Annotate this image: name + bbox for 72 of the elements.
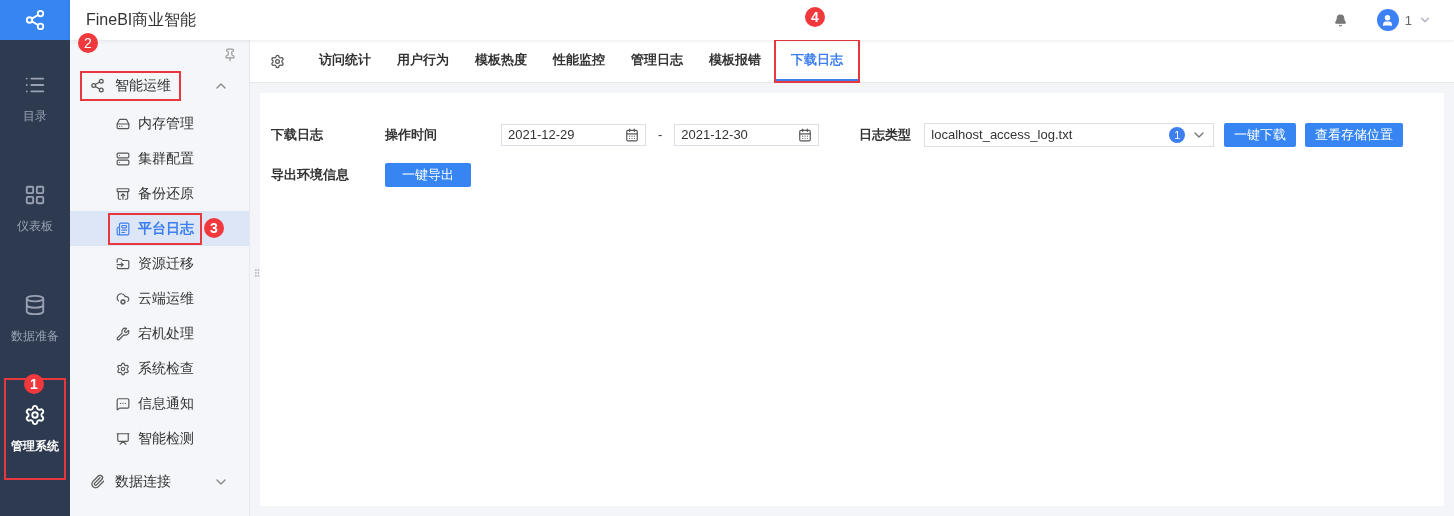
rail-item[interactable]: 目录: [0, 44, 70, 154]
monitor-icon: [116, 431, 130, 446]
download-button[interactable]: 一键下载: [1224, 122, 1297, 147]
wrench-icon: [116, 326, 130, 341]
field-label: 操作时间: [385, 125, 438, 144]
server-icon: [116, 151, 130, 166]
avatar-icon[interactable]: [1376, 9, 1399, 31]
date-field[interactable]: 2021-12-30: [674, 123, 820, 146]
user-name[interactable]: 1: [1404, 12, 1412, 28]
storage-location-button[interactable]: 查看存储位置: [1305, 122, 1404, 147]
sidebar-item-label: 智能检测: [110, 424, 200, 453]
pin-icon[interactable]: [223, 48, 237, 62]
tab[interactable]: 用户行为: [385, 40, 461, 82]
sidebar-item[interactable]: 信息通知: [70, 386, 249, 421]
grid-icon: [24, 183, 46, 206]
cloud-gear-icon: [116, 291, 130, 306]
annotation-badge: 1: [24, 374, 44, 394]
storage-icon: [116, 116, 130, 131]
sidebar-group[interactable]: 智能运维: [82, 72, 179, 99]
tab[interactable]: 管理日志: [619, 40, 695, 82]
sidebar-item[interactable]: 云端运维: [70, 281, 249, 316]
section-label: 下载日志: [271, 125, 324, 144]
sidebar-item-label: 宕机处理: [110, 319, 200, 348]
paperclip-icon: [90, 474, 105, 489]
sidebar-item[interactable]: 资源迁移: [70, 246, 249, 281]
settings-icon: [24, 403, 46, 426]
sidebar-item-label: 云端运维: [110, 284, 200, 313]
sidebar-item[interactable]: 集群配置: [70, 141, 249, 176]
chat-icon: [116, 396, 130, 411]
newspaper-icon: [116, 221, 130, 236]
sidebar-item-label: 备份还原: [110, 179, 200, 208]
sidebar-item-label: 内存管理: [110, 109, 200, 138]
folder-import-icon: [116, 256, 130, 271]
field-label: 导出环境信息: [271, 165, 350, 184]
date-field[interactable]: 2021-12-29: [501, 123, 646, 146]
settings-icon[interactable]: [270, 53, 285, 69]
sidebar-item[interactable]: 平台日志 3: [70, 211, 249, 246]
tab[interactable]: 模板报错: [697, 40, 773, 82]
rail-item[interactable]: 数据准备: [0, 264, 70, 374]
export-button[interactable]: 一键导出: [385, 162, 471, 187]
sidebar-item-label: 信息通知: [110, 389, 200, 418]
rail-item[interactable]: 管理系统 1: [0, 374, 70, 484]
sidebar-item[interactable]: 系统检查: [70, 351, 249, 386]
log-type-select[interactable]: localhost_access_log.txt 1: [924, 122, 1215, 147]
sidebar-item-label: 资源迁移: [110, 249, 200, 278]
field-label: 日志类型: [859, 125, 913, 144]
database-icon: [24, 293, 46, 316]
tab[interactable]: 性能监控: [541, 40, 617, 82]
sidebar-group[interactable]: 数据连接: [82, 468, 179, 495]
sidebar-item[interactable]: 智能检测: [70, 421, 249, 456]
count-badge: 1: [1169, 126, 1186, 143]
annotation-badge: 3: [204, 218, 224, 238]
logo-icon[interactable]: [0, 0, 70, 40]
sidebar-item-label: 集群配置: [110, 144, 200, 173]
tab[interactable]: 访问统计: [307, 40, 383, 82]
app-title: FineBI商业智能: [86, 9, 197, 30]
drag-handle-icon[interactable]: [252, 268, 262, 278]
annotation-badge: 2: [78, 33, 98, 53]
date-separator: -: [658, 127, 663, 142]
rail-item[interactable]: 仪表板: [0, 154, 70, 264]
sidebar-item-label: 系统检查: [110, 354, 200, 383]
network-icon: [90, 78, 105, 93]
sidebar-item[interactable]: 内存管理: [70, 106, 249, 141]
sidebar-item[interactable]: 备份还原: [70, 176, 249, 211]
calendar-icon[interactable]: [625, 127, 639, 142]
restore-icon: [116, 186, 130, 201]
calendar-icon[interactable]: [798, 127, 813, 142]
tab[interactable]: 模板热度: [463, 40, 539, 82]
bell-icon[interactable]: [1333, 13, 1347, 27]
settings-icon: [116, 361, 130, 376]
sidebar-item[interactable]: 宕机处理: [70, 316, 249, 351]
sidebar-item-label: 平台日志: [110, 214, 200, 243]
